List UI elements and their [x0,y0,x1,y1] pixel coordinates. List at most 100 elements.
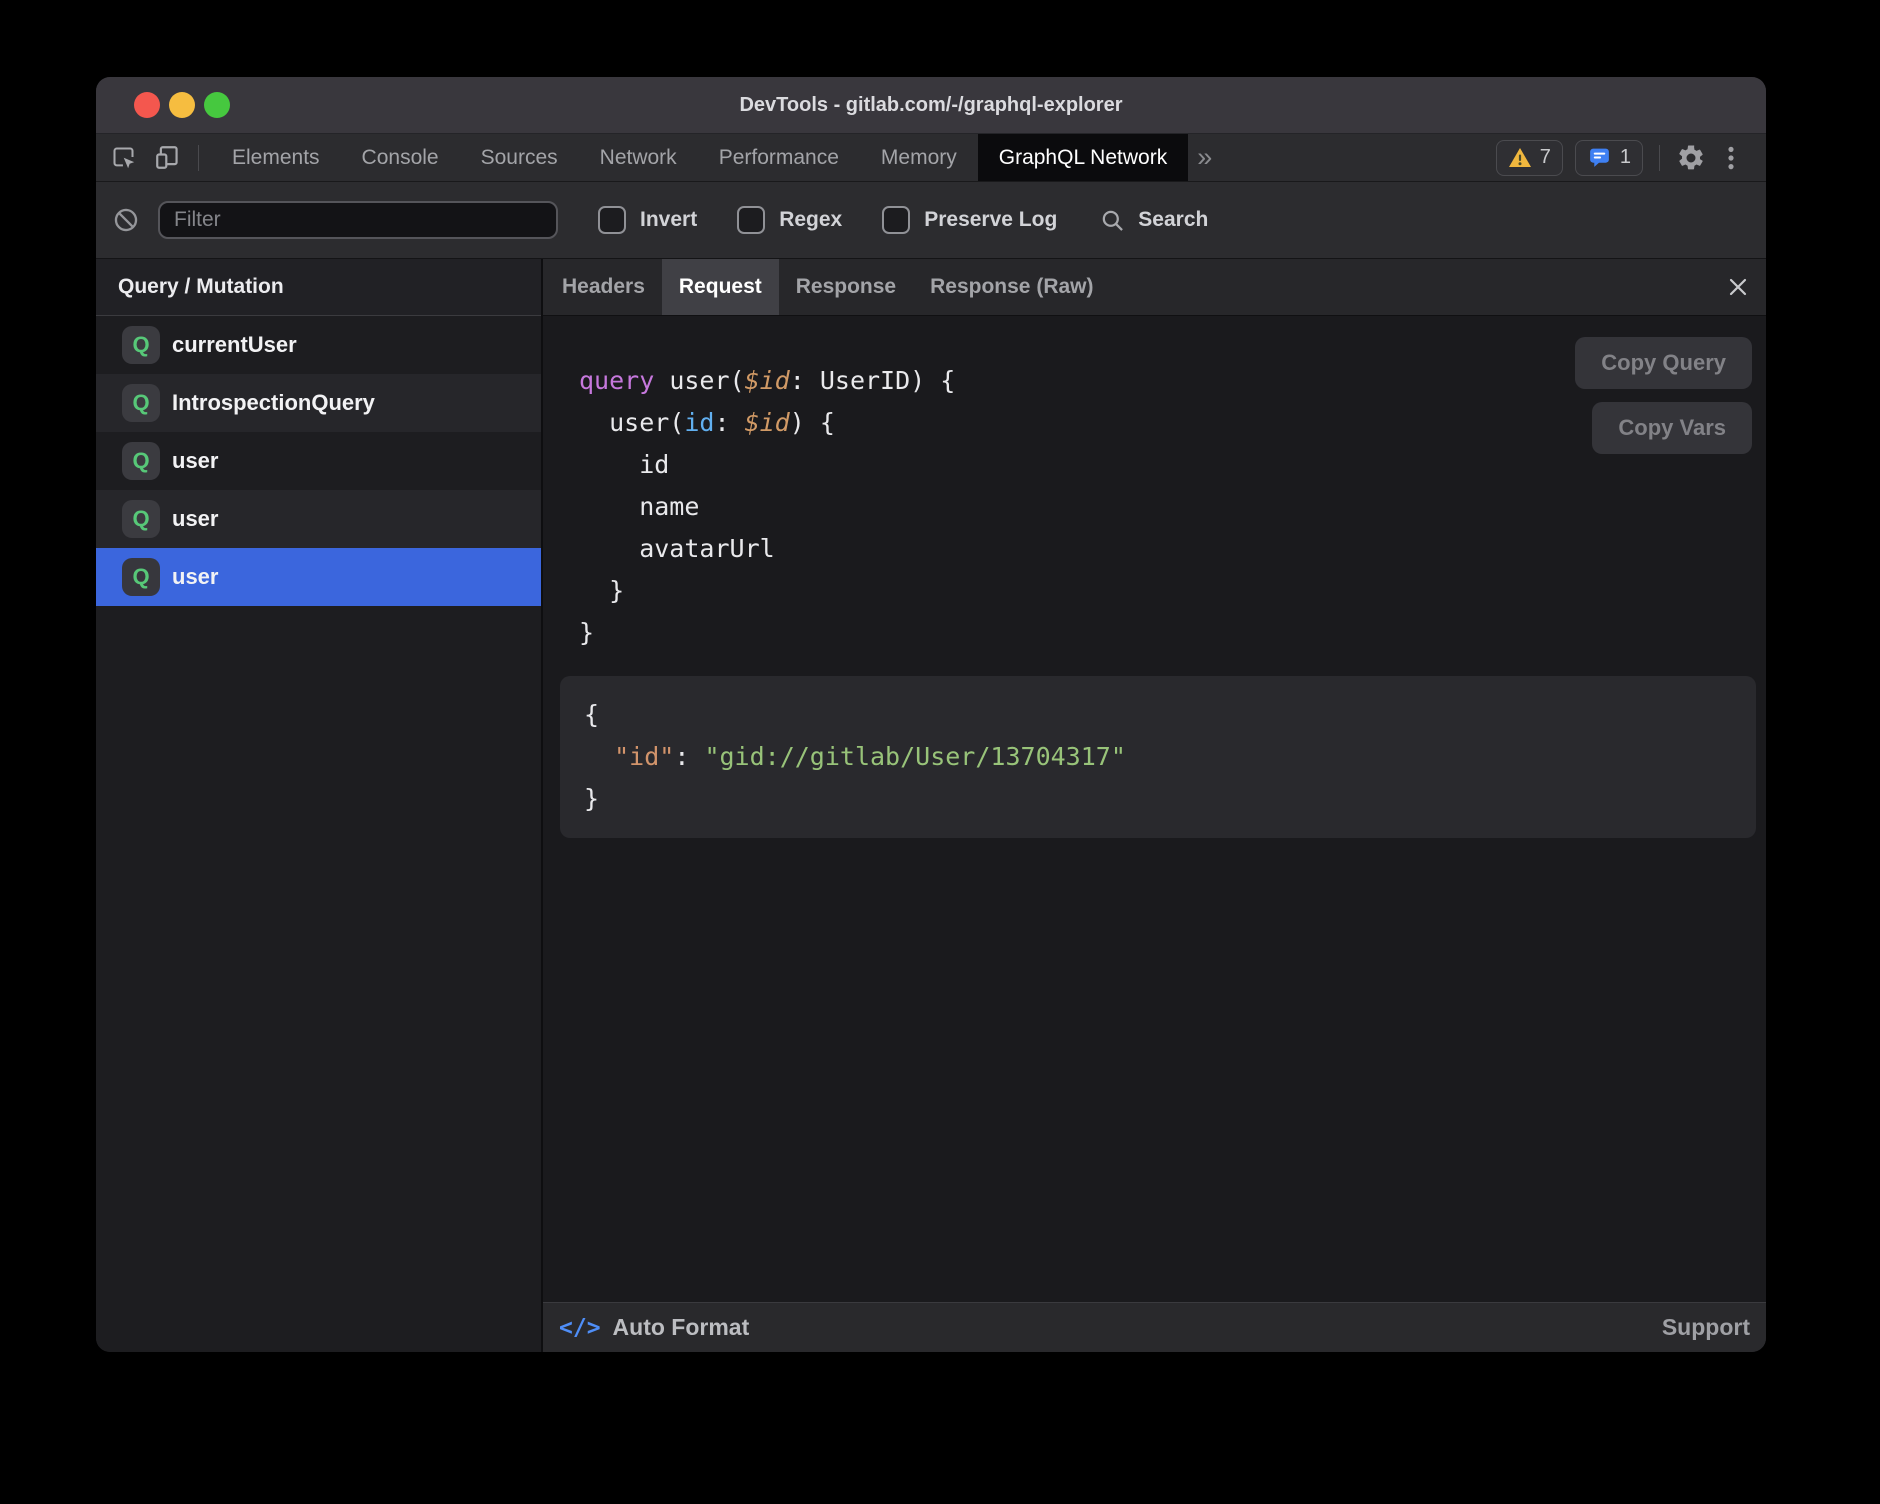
tab-graphql-network[interactable]: GraphQL Network [978,134,1188,181]
checkbox-box[interactable] [737,206,765,234]
detail-tab-headers[interactable]: Headers [545,259,662,315]
close-window-button[interactable] [134,92,160,118]
code-token: user( [654,366,744,395]
list-item-label: user [172,448,218,474]
window-title: DevTools - gitlab.com/-/graphql-explorer [96,94,1766,117]
code-line: "id": "gid://gitlab/User/13704317" [584,736,1732,778]
list-item-user[interactable]: Quser [96,490,541,548]
copy-query-button[interactable]: Copy Query [1575,337,1752,389]
code-line: name [579,486,1766,528]
code-token: } [584,784,599,813]
inspect-element-icon[interactable] [110,144,137,171]
code-token: } [579,618,594,647]
code-token: name [579,492,699,521]
request-view: query user($id: UserID) { user(id: $id) … [543,316,1766,1302]
search-icon [1099,207,1126,234]
filter-toolbar: Invert Regex Preserve Log Search [96,182,1766,259]
tab-network[interactable]: Network [579,134,698,181]
checkbox-invert[interactable]: Invert [598,206,697,234]
tab-elements[interactable]: Elements [211,134,341,181]
query-list: QcurrentUserQIntrospectionQueryQuserQuse… [96,316,541,1352]
auto-format-label: Auto Format [613,1314,750,1341]
device-toolbar-icon[interactable] [153,143,182,172]
list-item-currentuser[interactable]: QcurrentUser [96,316,541,374]
code-token: $id [745,366,790,395]
tab-memory[interactable]: Memory [860,134,978,181]
maximize-window-button[interactable] [204,92,230,118]
detail-tab-request[interactable]: Request [662,259,779,315]
checkbox-label: Preserve Log [924,208,1057,232]
checkbox-box[interactable] [882,206,910,234]
devtools-tabs: ElementsConsoleSourcesNetworkPerformance… [211,134,1188,181]
code-token: : [714,408,744,437]
query-variables-box: { "id": "gid://gitlab/User/13704317"} [560,676,1756,838]
code-token: id [579,450,669,479]
message-count: 1 [1620,146,1631,169]
detail-tabbar: HeadersRequestResponseResponse (Raw) [543,259,1766,316]
filter-options: Invert Regex Preserve Log [598,206,1057,234]
toolbar-divider [1659,145,1660,171]
query-type-badge: Q [122,500,160,538]
issues-badge[interactable]: 1 [1575,140,1643,176]
tab-console[interactable]: Console [341,134,460,181]
detail-panel: HeadersRequestResponseResponse (Raw) que… [543,259,1766,1352]
code-line: avatarUrl [579,528,1766,570]
devtools-tabbar: ElementsConsoleSourcesNetworkPerformance… [96,134,1766,182]
traffic-lights [134,92,230,118]
code-line: } [584,778,1732,820]
kebab-menu-icon[interactable] [1718,144,1744,172]
code-token: query [579,366,654,395]
list-item-label: IntrospectionQuery [172,390,375,416]
code-token: avatarUrl [579,534,775,563]
message-bubble-icon [1587,145,1612,170]
warning-icon [1508,147,1532,169]
query-type-badge: Q [122,384,160,422]
list-item-user[interactable]: Quser [96,432,541,490]
support-link[interactable]: Support [1662,1314,1750,1341]
checkbox-regex[interactable]: Regex [737,206,842,234]
auto-format-toggle[interactable]: </> Auto Format [559,1314,749,1341]
query-list-panel: Query / Mutation QcurrentUserQIntrospect… [96,259,543,1352]
gear-icon[interactable] [1676,143,1706,173]
code-token: } [579,576,624,605]
devtools-window: DevTools - gitlab.com/-/graphql-explorer… [96,77,1766,1352]
checkbox-preserve-log[interactable]: Preserve Log [882,206,1057,234]
code-token: "gid://gitlab/User/13704317" [704,742,1125,771]
list-item-label: currentUser [172,332,297,358]
titlebar: DevTools - gitlab.com/-/graphql-explorer [96,77,1766,134]
detail-tab-response-raw[interactable]: Response (Raw) [913,259,1110,315]
more-tabs-icon[interactable]: » [1188,134,1221,181]
minimize-window-button[interactable] [169,92,195,118]
toolbar-divider [198,145,199,171]
tab-sources[interactable]: Sources [460,134,579,181]
list-item-label: user [172,564,218,590]
query-list-header: Query / Mutation [96,259,541,316]
code-token: : UserID) { [790,366,956,395]
close-icon[interactable] [1726,275,1750,299]
code-token: ) { [790,408,835,437]
tab-performance[interactable]: Performance [698,134,860,181]
warnings-badge[interactable]: 7 [1496,140,1563,176]
detail-tab-response[interactable]: Response [779,259,913,315]
code-line: } [579,570,1766,612]
code-token: id [684,408,714,437]
list-item-label: user [172,506,218,532]
copy-vars-button[interactable]: Copy Vars [1592,402,1752,454]
checkbox-box[interactable] [598,206,626,234]
clear-icon[interactable] [112,206,140,234]
query-type-badge: Q [122,326,160,364]
query-type-badge: Q [122,558,160,596]
search-toggle[interactable]: Search [1099,207,1208,234]
code-token: : [674,742,704,771]
list-item-introspectionquery[interactable]: Q IntrospectionQuery [96,374,541,432]
code-token: { [584,700,599,729]
code-token: "id" [614,742,674,771]
query-variables-code: { "id": "gid://gitlab/User/13704317"} [584,694,1732,820]
code-token: user( [579,408,684,437]
filter-input[interactable] [158,201,558,239]
statusbar: </> Auto Format Support [543,1302,1766,1352]
code-line: { [584,694,1732,736]
code-line: } [579,612,1766,654]
list-item-user[interactable]: Quser [96,548,541,606]
query-type-badge: Q [122,442,160,480]
